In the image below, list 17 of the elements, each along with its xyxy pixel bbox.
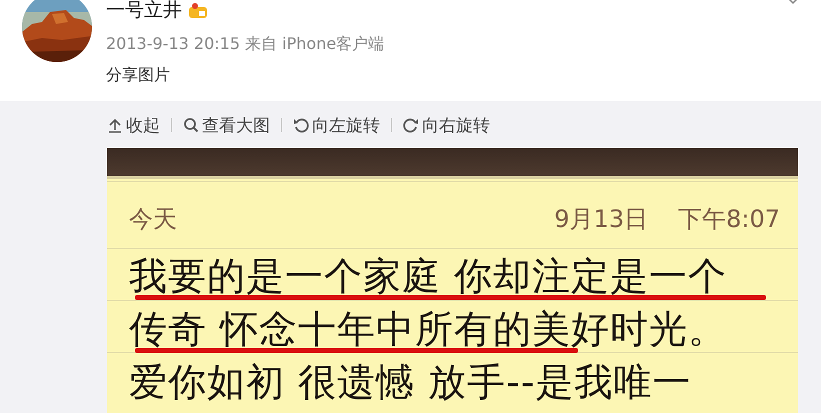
rotate-left-icon (293, 117, 309, 133)
search-icon (183, 117, 199, 133)
image-action-link[interactable]: 收起 (107, 114, 160, 136)
rotate-right-icon (403, 117, 419, 133)
note-day: 今天 (129, 203, 554, 235)
note-date: 9月13日 (554, 204, 648, 235)
note-text-line: 我要的是一个家庭 你却注定是一个 (129, 256, 728, 296)
image-action-link[interactable]: 向左旋转 (293, 114, 380, 136)
note-time: 下午8:07 (678, 204, 780, 235)
image-action-link[interactable]: 向右旋转 (403, 114, 490, 136)
author-name[interactable]: 一号立井 (106, 0, 182, 23)
post-meta: 2013-9-13 20:15 来自 iPhone客户端 (106, 34, 384, 55)
upload-arrow-icon (107, 117, 123, 133)
note-text-line: 传奇 怀念十年中所有的美好时光。 (129, 309, 728, 349)
note-text-line: 爱你如初 很遗憾 放手--是我唯一 (129, 362, 692, 402)
image-action-link[interactable]: 查看大图 (183, 114, 270, 136)
post-text: 分享图片 (106, 65, 171, 86)
